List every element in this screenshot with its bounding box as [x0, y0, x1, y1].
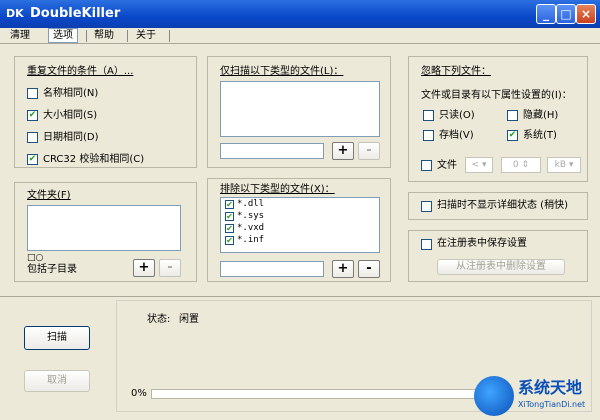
- menu-separator: [169, 30, 170, 42]
- size-operator-select[interactable]: < ▾: [465, 157, 493, 173]
- status-value: 闲置: [179, 314, 199, 325]
- close-button[interactable]: ×: [576, 4, 596, 24]
- no-detail-label: 扫描时不显示详细状态 (稍快): [437, 200, 568, 211]
- ignore-title: 忽略下列文件：: [421, 66, 491, 77]
- registry-panel: 在注册表中保存设置 从注册表中删除设置: [408, 230, 588, 282]
- remove-folder-button[interactable]: -: [159, 259, 181, 277]
- menu-options[interactable]: 选项: [48, 28, 78, 43]
- system-checkbox[interactable]: ✔: [507, 130, 518, 141]
- system-label: 系统(T): [523, 130, 557, 141]
- progress-bar: [151, 389, 491, 399]
- menu-separator: [86, 30, 87, 42]
- maximize-button[interactable]: □: [556, 4, 576, 24]
- cancel-button[interactable]: 取消: [24, 370, 90, 392]
- size-operator-value: <: [471, 160, 480, 170]
- exclude-vxd-checkbox[interactable]: ✔: [225, 224, 234, 233]
- app-icon: DK: [6, 7, 24, 20]
- remove-exclude-type-button[interactable]: -: [358, 260, 380, 278]
- exclude-type-input[interactable]: [220, 261, 324, 277]
- duplicate-conditions-panel: 重复文件的条件（A）... 名称相同(N) ✔ 大小相同(S) 日期相同(D) …: [14, 56, 197, 168]
- status-label: 状态:: [147, 314, 171, 325]
- bottom-divider: [0, 296, 600, 297]
- ignore-panel: 忽略下列文件： 文件或目录有以下属性设置的(I)： 只读(O) 隐藏(H) 存档…: [408, 56, 588, 182]
- exclude-dll-checkbox[interactable]: ✔: [225, 200, 234, 209]
- no-detail-checkbox[interactable]: [421, 201, 432, 212]
- subdir-label: 包括子目录: [27, 264, 77, 275]
- file-size-checkbox[interactable]: [421, 160, 432, 171]
- size-same-checkbox[interactable]: ✔: [27, 110, 38, 121]
- title-bar[interactable]: DK DoubleKiller _ □ ×: [0, 0, 600, 28]
- delete-registry-button[interactable]: 从注册表中删除设置: [437, 259, 565, 275]
- name-same-label: 名称相同(N): [43, 88, 99, 99]
- hidden-label: 隐藏(H): [523, 110, 559, 121]
- size-same-label: 大小相同(S): [43, 110, 98, 121]
- menu-bar: 清理 选项 帮助 关于: [0, 28, 600, 44]
- size-unit-select[interactable]: kB ▾: [547, 157, 581, 173]
- exclude-inf-checkbox[interactable]: ✔: [225, 236, 234, 245]
- archive-checkbox[interactable]: [423, 130, 434, 141]
- exclude-inf-label: *.inf: [237, 235, 265, 245]
- progress-text: 0%: [131, 388, 147, 399]
- size-value-spinner[interactable]: 0 ⇕: [501, 157, 541, 173]
- archive-label: 存档(V): [439, 130, 474, 141]
- readonly-label: 只读(O): [439, 110, 475, 121]
- exclude-vxd-label: *.vxd: [237, 223, 265, 233]
- exclude-sys-checkbox[interactable]: ✔: [225, 212, 234, 221]
- subdir-toggle-icon[interactable]: □○: [27, 253, 43, 263]
- size-unit-value: kB: [554, 160, 566, 170]
- attr-title: 文件或目录有以下属性设置的(I)：: [421, 90, 572, 101]
- exclude-types-list[interactable]: ✔ *.dll ✔ *.sys ✔ *.vxd ✔ *.inf: [220, 197, 380, 253]
- readonly-checkbox[interactable]: [423, 110, 434, 121]
- exclude-dll-label: *.dll: [237, 199, 265, 209]
- add-folder-button[interactable]: +: [133, 259, 155, 277]
- exclude-sys-label: *.sys: [237, 211, 265, 221]
- duplicate-conditions-title: 重复文件的条件（A）...: [27, 66, 134, 77]
- add-scan-type-button[interactable]: +: [332, 142, 354, 160]
- maximize-icon: □: [560, 7, 572, 21]
- exclude-types-title: 排除以下类型的文件(X)：: [220, 184, 335, 195]
- menu-about[interactable]: 关于: [132, 28, 160, 44]
- crc32-same-label: CRC32 校验和相同(C): [43, 154, 145, 165]
- add-exclude-type-button[interactable]: +: [332, 260, 354, 278]
- date-same-checkbox[interactable]: [27, 132, 38, 143]
- watermark-url: XiTongTianDi.net: [518, 400, 586, 409]
- scan-type-input[interactable]: [220, 143, 324, 159]
- watermark-logo-icon: [474, 376, 514, 416]
- watermark-text: 系统天地: [518, 378, 583, 397]
- menu-separator: [127, 30, 128, 42]
- save-registry-label: 在注册表中保存设置: [437, 238, 527, 249]
- folders-panel: 文件夹(F) □○ 包括子目录 + -: [14, 182, 197, 282]
- minimize-icon: _: [543, 7, 549, 21]
- menu-clean[interactable]: 清理: [6, 28, 34, 44]
- no-detail-panel: 扫描时不显示详细状态 (稍快): [408, 192, 588, 220]
- scan-types-title: 仅扫描以下类型的文件(L)：: [220, 66, 344, 77]
- crc32-same-checkbox[interactable]: ✔: [27, 154, 38, 165]
- close-icon: ×: [580, 7, 592, 21]
- window-title: DoubleKiller: [30, 6, 121, 21]
- folders-title: 文件夹(F): [27, 190, 71, 201]
- menu-help[interactable]: 帮助: [90, 28, 118, 44]
- remove-scan-type-button[interactable]: -: [358, 142, 380, 160]
- save-registry-checkbox[interactable]: [421, 239, 432, 250]
- file-size-label: 文件: [437, 160, 457, 171]
- scan-types-list[interactable]: [220, 81, 380, 137]
- size-value: 0: [512, 160, 519, 170]
- scan-types-panel: 仅扫描以下类型的文件(L)： + -: [207, 56, 391, 168]
- name-same-checkbox[interactable]: [27, 88, 38, 99]
- minimize-button[interactable]: _: [536, 4, 556, 24]
- date-same-label: 日期相同(D): [43, 132, 99, 143]
- scan-button[interactable]: 扫描: [24, 326, 90, 350]
- folders-list[interactable]: [27, 205, 181, 251]
- exclude-types-panel: 排除以下类型的文件(X)： ✔ *.dll ✔ *.sys ✔ *.vxd ✔ …: [207, 178, 391, 282]
- hidden-checkbox[interactable]: [507, 110, 518, 121]
